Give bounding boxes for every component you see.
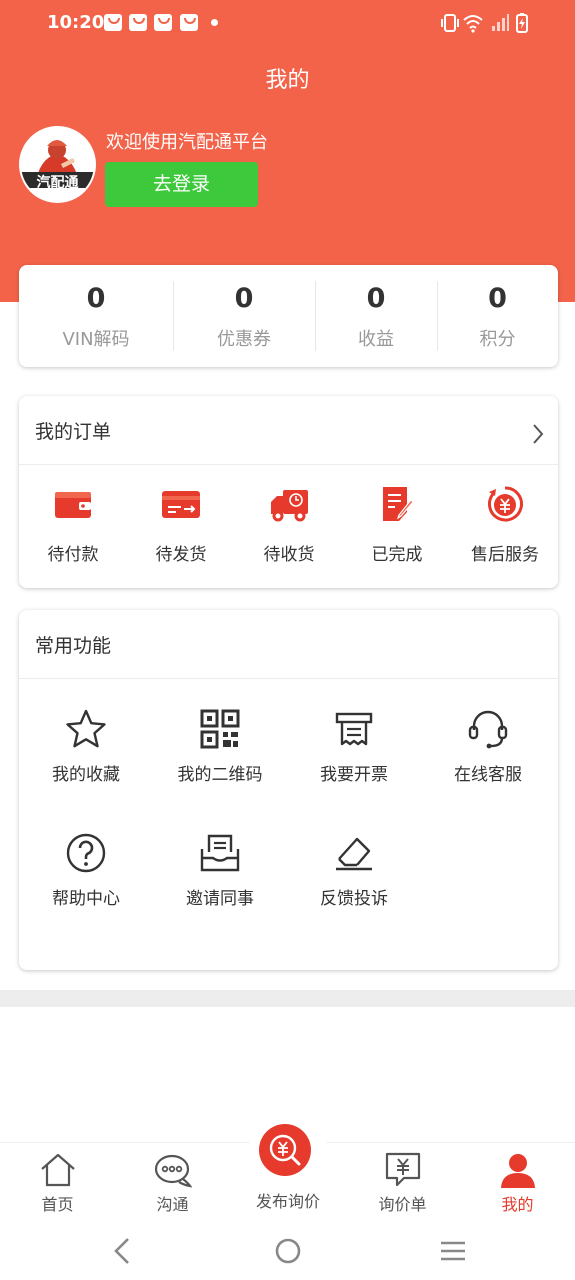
eraser-icon bbox=[336, 837, 372, 871]
tab-mine[interactable]: 我的 bbox=[460, 1143, 575, 1221]
order-pending-shipment[interactable]: 待发货 bbox=[127, 480, 235, 570]
stat-label: 积分 bbox=[479, 329, 516, 350]
star-icon bbox=[66, 709, 106, 748]
stat-vin-decode[interactable]: 0 VIN解码 bbox=[19, 265, 173, 367]
func-label: 在线客服 bbox=[454, 765, 522, 785]
tab-chat[interactable]: 沟通 bbox=[115, 1143, 230, 1221]
divider bbox=[19, 678, 558, 679]
chat-icon bbox=[154, 1154, 192, 1188]
func-invite-colleague[interactable]: 邀请同事 bbox=[153, 832, 287, 922]
user-icon bbox=[501, 1154, 535, 1188]
func-help-center[interactable]: 帮助中心 bbox=[19, 832, 153, 922]
system-navigation-bar bbox=[0, 1222, 575, 1280]
vibrate-icon bbox=[441, 14, 459, 32]
func-label: 我的二维码 bbox=[177, 765, 263, 785]
mail-icon bbox=[200, 834, 240, 872]
order-pending-receipt[interactable]: 待收货 bbox=[235, 480, 343, 570]
order-label: 已完成 bbox=[371, 545, 423, 565]
tab-quotes[interactable]: 询价单 bbox=[345, 1143, 460, 1221]
stat-coupons[interactable]: 0 优惠券 bbox=[173, 265, 315, 367]
func-label: 邀请同事 bbox=[186, 889, 254, 909]
tab-label: 询价单 bbox=[378, 1195, 427, 1214]
func-feedback[interactable]: 反馈投诉 bbox=[287, 832, 421, 922]
yen-refund-icon bbox=[488, 486, 523, 522]
login-button[interactable]: 去登录 bbox=[105, 162, 258, 207]
back-icon[interactable] bbox=[110, 1236, 134, 1266]
signal-icon bbox=[492, 14, 509, 31]
order-label: 待付款 bbox=[47, 545, 99, 565]
publish-inquiry-button[interactable] bbox=[248, 1113, 328, 1193]
shopping-bag-icon bbox=[129, 14, 147, 31]
tab-label: 我的 bbox=[501, 1195, 534, 1214]
welcome-text: 欢迎使用汽配通平台 bbox=[106, 132, 268, 153]
functions-card: 常用功能 我的收藏 我的二维码 我要开票 在线客服 帮助中心 邀请同事 反馈投诉 bbox=[19, 610, 558, 970]
stat-value: 0 bbox=[488, 283, 507, 314]
order-after-sales[interactable]: 售后服务 bbox=[451, 480, 558, 570]
publish-inquiry-circle bbox=[259, 1124, 311, 1176]
home-icon bbox=[41, 1153, 75, 1187]
wifi-icon bbox=[463, 15, 483, 33]
order-label: 待收货 bbox=[263, 545, 315, 565]
order-label: 待发货 bbox=[155, 545, 207, 565]
func-invoice[interactable]: 我要开票 bbox=[287, 708, 421, 798]
stat-label: VIN解码 bbox=[62, 329, 130, 350]
func-customer-service[interactable]: 在线客服 bbox=[421, 708, 558, 798]
truck-icon bbox=[271, 490, 308, 522]
publish-inquiry-label: 发布询价 bbox=[255, 1192, 320, 1211]
yen-search-icon bbox=[269, 1134, 301, 1166]
card-send-icon bbox=[162, 491, 200, 518]
brand-logo-text: 汽配通 bbox=[36, 175, 79, 191]
functions-title: 常用功能 bbox=[35, 635, 112, 657]
page-title: 我的 bbox=[265, 68, 310, 93]
stat-label: 优惠券 bbox=[217, 329, 271, 350]
home-circle-icon[interactable] bbox=[273, 1236, 303, 1266]
stat-value: 0 bbox=[366, 283, 386, 314]
status-bar: 10:20 bbox=[0, 0, 575, 48]
order-label: 售后服务 bbox=[471, 545, 539, 565]
shopping-bag-icon bbox=[104, 14, 122, 31]
yen-message-icon bbox=[385, 1152, 421, 1187]
qr-code-icon bbox=[200, 709, 240, 749]
tab-label: 首页 bbox=[41, 1195, 74, 1214]
divider bbox=[19, 464, 558, 465]
menu-icon[interactable] bbox=[438, 1236, 468, 1266]
chevron-right-icon[interactable] bbox=[531, 423, 545, 445]
shopping-bag-icon bbox=[154, 14, 172, 31]
headset-icon bbox=[468, 710, 508, 749]
tab-label: 沟通 bbox=[156, 1195, 189, 1214]
receipt-icon bbox=[335, 712, 373, 746]
stats-card: 0 VIN解码 0 优惠券 0 收益 0 积分 bbox=[19, 265, 558, 367]
shopping-bag-icon bbox=[180, 14, 198, 31]
stat-points[interactable]: 0 积分 bbox=[437, 265, 558, 367]
battery-charging-icon bbox=[516, 13, 528, 33]
stat-label: 收益 bbox=[358, 329, 394, 350]
stat-value: 0 bbox=[86, 283, 106, 314]
section-separator bbox=[0, 990, 575, 1007]
func-label: 帮助中心 bbox=[52, 889, 120, 909]
help-icon bbox=[66, 833, 106, 873]
func-favorites[interactable]: 我的收藏 bbox=[19, 708, 153, 798]
order-pending-payment[interactable]: 待付款 bbox=[19, 480, 127, 570]
orders-card: 我的订单 待付款 待发货 待收货 已完成 售后服务 bbox=[19, 396, 558, 588]
wallet-icon bbox=[55, 492, 91, 518]
func-label: 反馈投诉 bbox=[320, 889, 388, 909]
func-label: 我要开票 bbox=[320, 765, 388, 785]
more-notifications-dot bbox=[211, 19, 218, 26]
status-time: 10:20 bbox=[47, 12, 105, 33]
avatar[interactable]: 汽配通 bbox=[19, 126, 96, 203]
orders-title[interactable]: 我的订单 bbox=[35, 417, 111, 444]
order-completed[interactable]: 已完成 bbox=[343, 480, 451, 570]
stat-value: 0 bbox=[234, 283, 254, 314]
func-label: 我的收藏 bbox=[52, 765, 120, 785]
tab-home[interactable]: 首页 bbox=[0, 1143, 115, 1221]
stat-earnings[interactable]: 0 收益 bbox=[315, 265, 437, 367]
document-edit-icon bbox=[383, 487, 414, 521]
func-qr-code[interactable]: 我的二维码 bbox=[153, 708, 287, 798]
